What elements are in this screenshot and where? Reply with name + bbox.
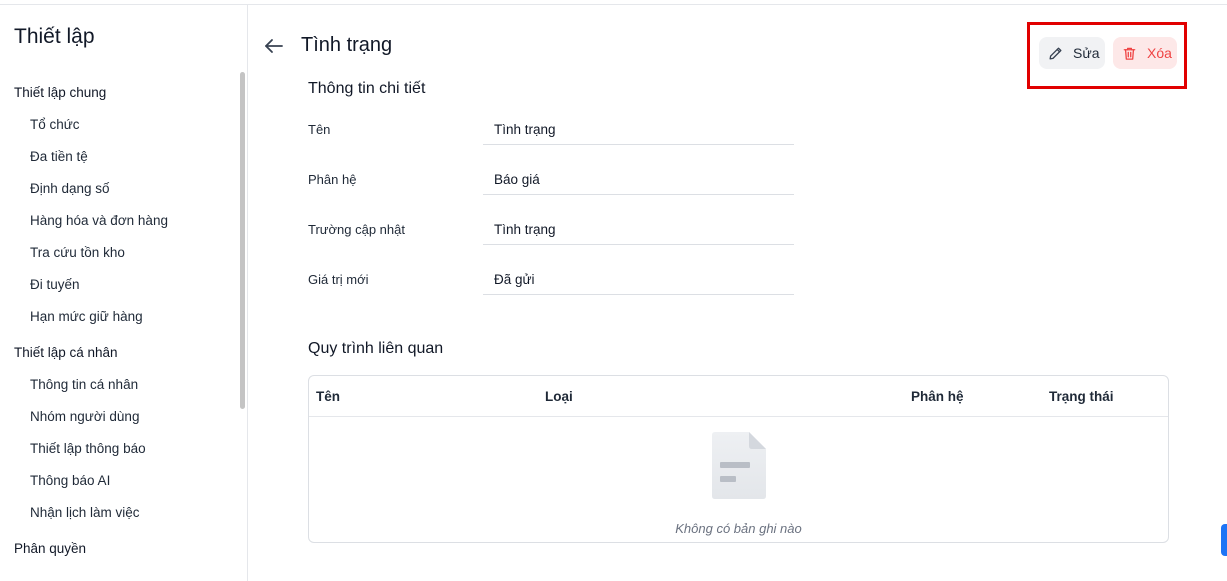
edit-button[interactable]: Sửa — [1039, 37, 1105, 69]
detail-section-title: Thông tin chi tiết — [308, 80, 426, 97]
empty-state-text: Không có bản ghi nào — [675, 521, 802, 536]
detail-divider — [483, 144, 794, 145]
column-header-type[interactable]: Loại — [545, 389, 573, 404]
nav-group-permissions[interactable]: Phân quyền — [0, 533, 236, 565]
detail-value: Đã gửi — [494, 272, 535, 287]
column-header-status[interactable]: Trạng thái — [1049, 389, 1114, 404]
delete-button[interactable]: Xóa — [1113, 37, 1177, 69]
nav-item-ai-notifications[interactable]: Thông báo AI — [0, 465, 236, 497]
detail-row-new-value: Giá trị mới Đã gửi — [308, 260, 794, 310]
back-arrow-icon[interactable] — [262, 34, 286, 58]
nav-item-products-orders[interactable]: Hàng hóa và đơn hàng — [0, 205, 236, 237]
trash-icon — [1123, 47, 1136, 60]
detail-label: Giá trị mới — [308, 272, 369, 287]
nav-item-work-schedule[interactable]: Nhận lịch làm việc — [0, 497, 236, 529]
detail-divider — [483, 244, 794, 245]
detail-label: Trường cập nhật — [308, 222, 405, 237]
delete-button-label: Xóa — [1147, 45, 1172, 61]
related-process-table: Tên Loại Phân hệ Trạng thái Không có bản… — [308, 375, 1169, 543]
table-header: Tên Loại Phân hệ Trạng thái — [309, 376, 1168, 417]
detail-divider — [483, 194, 794, 195]
nav-item-inventory-lookup[interactable]: Tra cứu tồn kho — [0, 237, 236, 269]
detail-value: Tình trạng — [494, 222, 556, 237]
detail-value: Tình trạng — [494, 122, 556, 137]
nav-item-organization[interactable]: Tổ chức — [0, 109, 236, 141]
nav-item-multi-currency[interactable]: Đa tiền tệ — [0, 141, 236, 173]
pencil-icon — [1049, 47, 1062, 59]
settings-nav: Thiết lập chung Tổ chức Đa tiền tệ Định … — [0, 77, 236, 565]
edit-button-label: Sửa — [1073, 45, 1100, 61]
nav-item-personal-info[interactable]: Thông tin cá nhân — [0, 369, 236, 401]
detail-label: Tên — [308, 122, 331, 137]
nav-group-personal[interactable]: Thiết lập cá nhân — [0, 337, 236, 369]
detail-value: Báo giá — [494, 172, 540, 187]
floating-side-tab[interactable] — [1221, 524, 1227, 556]
sidebar-title: Thiết lập — [14, 25, 95, 48]
nav-item-routing[interactable]: Đi tuyến — [0, 269, 236, 301]
empty-document-icon — [711, 432, 767, 500]
detail-row-name: Tên Tình trạng — [308, 110, 794, 160]
nav-item-user-groups[interactable]: Nhóm người dùng — [0, 401, 236, 433]
detail-divider — [483, 294, 794, 295]
nav-item-number-format[interactable]: Định dạng số — [0, 173, 236, 205]
nav-group-general[interactable]: Thiết lập chung — [0, 77, 236, 109]
column-header-module[interactable]: Phân hệ — [911, 389, 964, 404]
nav-item-notification-settings[interactable]: Thiết lập thông báo — [0, 433, 236, 465]
detail-row-updated-field: Trường cập nhật Tình trạng — [308, 210, 794, 260]
column-header-name[interactable]: Tên — [316, 389, 340, 404]
detail-label: Phân hệ — [308, 172, 357, 187]
related-section-title: Quy trình liên quan — [308, 340, 444, 357]
page-title: Tình trạng — [301, 34, 393, 56]
settings-sidebar: Thiết lập Thiết lập chung Tổ chức Đa tiề… — [0, 5, 248, 581]
nav-item-hold-limit[interactable]: Hạn mức giữ hàng — [0, 301, 236, 333]
sidebar-scrollbar-thumb[interactable] — [240, 72, 245, 409]
detail-row-module: Phân hệ Báo giá — [308, 160, 794, 210]
